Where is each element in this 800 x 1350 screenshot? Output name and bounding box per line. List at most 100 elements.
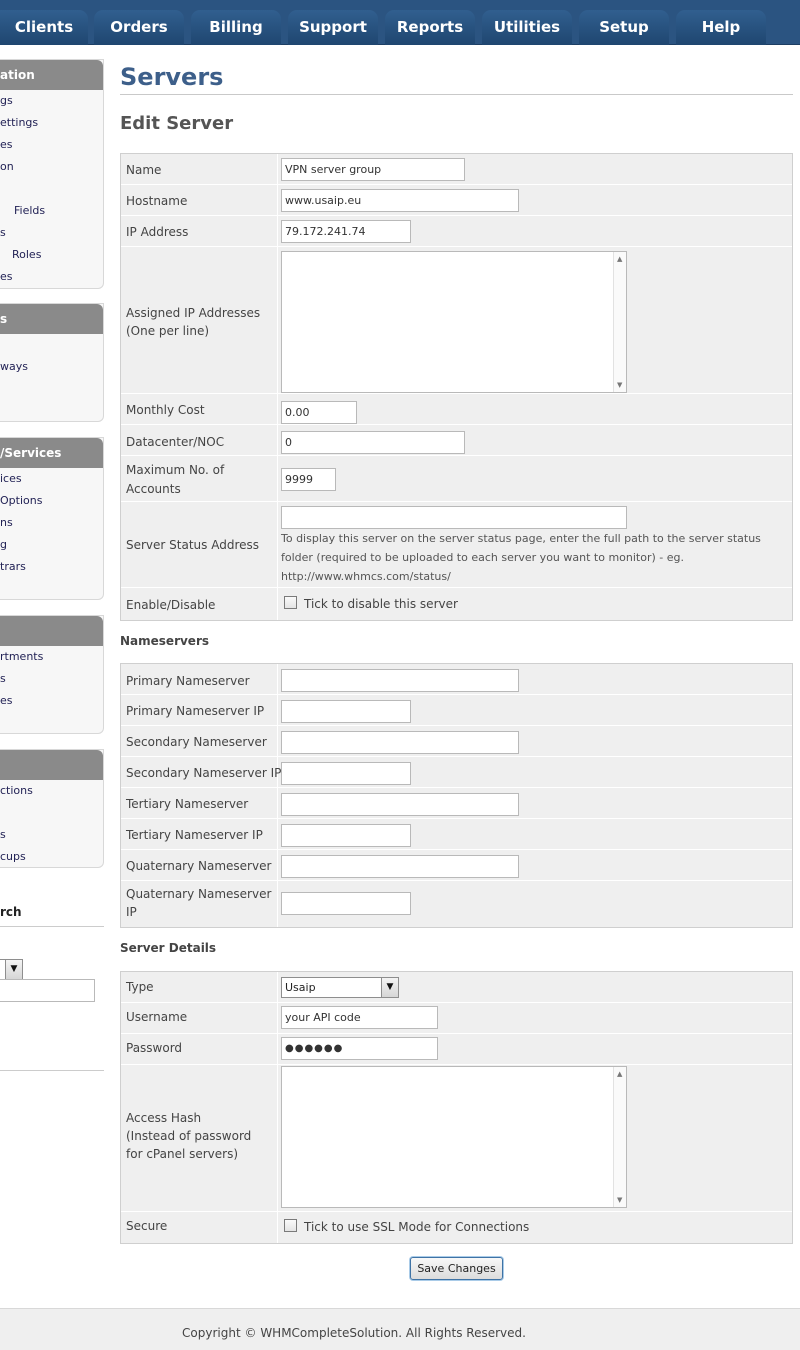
assigned-ips-textarea[interactable]: ▲ ▼ <box>281 251 627 393</box>
type-select-value: Usaip <box>285 981 316 994</box>
form-row-tertiary-ns-ip: Tertiary Nameserver IP <box>121 819 792 850</box>
field-label: Access Hash <box>126 1111 202 1125</box>
sidebar-item[interactable]: es <box>0 266 103 288</box>
sidebar-item[interactable]: es <box>0 690 103 712</box>
secondary-nameserver-field[interactable] <box>281 731 519 754</box>
form-row-tertiary-ns: Tertiary Nameserver <box>121 788 792 819</box>
hostname-field[interactable]: www.usaip.eu <box>281 189 519 212</box>
sidebar-item[interactable]: s <box>0 668 103 690</box>
chevron-down-icon: ▼ <box>381 978 398 997</box>
save-button[interactable]: Save Changes <box>410 1257 503 1280</box>
sidebar-item[interactable]: ways <box>0 356 103 378</box>
field-label: Tertiary Nameserver <box>126 797 249 811</box>
max-accounts-field[interactable]: 9999 <box>281 468 336 491</box>
field-label: Primary Nameserver <box>126 674 250 688</box>
scrollbar[interactable]: ▲ ▼ <box>613 1067 626 1207</box>
sidebar-item[interactable]: Options <box>0 490 103 512</box>
field-label: Username <box>126 1010 188 1024</box>
sidebar-item[interactable]: Fields <box>0 200 103 222</box>
field-label: Primary Nameserver IP <box>126 704 265 718</box>
status-address-field[interactable] <box>281 506 627 529</box>
name-field[interactable]: VPN server group <box>281 158 465 181</box>
footer: Copyright © WHMCompleteSolution. All Rig… <box>0 1308 800 1350</box>
access-hash-textarea[interactable]: ▲ ▼ <box>281 1066 627 1208</box>
sidebar-item[interactable] <box>0 178 103 200</box>
sidebar-item[interactable]: cups <box>0 846 103 867</box>
scrollbar[interactable]: ▲ ▼ <box>613 252 626 392</box>
field-label: (One per line) <box>126 324 210 338</box>
top-navigation: Clients Orders Billing Support Reports U… <box>0 0 800 45</box>
sidebar-box-title <box>0 750 103 780</box>
tab-billing[interactable]: Billing <box>191 10 281 45</box>
tab-help[interactable]: Help <box>676 10 766 45</box>
sidebar-item[interactable] <box>0 334 103 356</box>
tab-support[interactable]: Support <box>288 10 378 45</box>
tab-utilities[interactable]: Utilities <box>482 10 572 45</box>
type-select[interactable]: Usaip ▼ <box>281 977 399 998</box>
sidebar-item[interactable]: on <box>0 156 103 178</box>
field-label: (Instead of password <box>126 1129 252 1143</box>
sidebar-item[interactable]: s <box>0 222 103 244</box>
sidebar-item[interactable]: gs <box>0 90 103 112</box>
tab-reports[interactable]: Reports <box>385 10 475 45</box>
field-label: Tertiary Nameserver IP <box>126 828 263 842</box>
page-subtitle: Edit Server <box>120 113 234 134</box>
sidebar-item[interactable]: trars <box>0 556 103 578</box>
field-label: IP <box>126 905 137 919</box>
sidebar-item[interactable]: ctions <box>0 780 103 802</box>
form-row-status-address: Server Status Address To display this se… <box>121 502 792 588</box>
quaternary-nameserver-ip-field[interactable] <box>281 892 411 915</box>
sidebar-box-other: ctions s cups <box>0 749 104 868</box>
tab-clients[interactable]: Clients <box>0 10 88 45</box>
field-label: Datacenter/NOC <box>126 435 225 449</box>
brand-link[interactable]: WHMCompleteSolution <box>260 1326 398 1340</box>
form-row-datacenter: Datacenter/NOC 0 <box>121 425 792 456</box>
sidebar-item[interactable]: Roles <box>0 244 103 266</box>
sidebar-box-payments: s ways <box>0 303 104 422</box>
sidebar-item[interactable] <box>0 802 103 824</box>
sidebar-item[interactable] <box>0 378 103 400</box>
sidebar-item[interactable]: ices <box>0 468 103 490</box>
ssl-mode-checkbox[interactable] <box>284 1219 297 1232</box>
sidebar-item[interactable]: s <box>0 824 103 846</box>
divider <box>0 926 104 927</box>
password-field[interactable]: ●●●●●● <box>281 1037 438 1060</box>
server-details-table: Type Usaip ▼ Username your API code Pass… <box>120 971 793 1244</box>
sidebar-item[interactable]: g <box>0 534 103 556</box>
tertiary-nameserver-ip-field[interactable] <box>281 824 411 847</box>
field-label: Accounts <box>126 482 181 496</box>
field-label: Maximum No. of <box>126 463 225 477</box>
sidebar-box-title: /Services <box>0 438 103 468</box>
tab-setup[interactable]: Setup <box>579 10 669 45</box>
nameservers-table: Primary Nameserver Primary Nameserver IP… <box>120 663 793 928</box>
sidebar-box-title: s <box>0 304 103 334</box>
form-row-primary-ns-ip: Primary Nameserver IP <box>121 695 792 726</box>
form-row-username: Username your API code <box>121 1003 792 1034</box>
sidebar-search-select[interactable]: ▼ <box>0 959 23 980</box>
datacenter-field[interactable]: 0 <box>281 431 465 454</box>
disable-server-checkbox[interactable] <box>284 596 297 609</box>
form-row-ip-address: IP Address 79.172.241.74 <box>121 216 792 247</box>
monthly-cost-field[interactable]: 0.00 <box>281 401 357 424</box>
form-row-quaternary-ns-ip: Quaternary Nameserver IP <box>121 881 792 927</box>
username-field[interactable]: your API code <box>281 1006 438 1029</box>
primary-nameserver-field[interactable] <box>281 669 519 692</box>
tab-orders[interactable]: Orders <box>94 10 184 45</box>
field-label: Assigned IP Addresses <box>126 306 261 320</box>
field-label: Secure <box>126 1219 168 1233</box>
divider <box>0 1070 104 1071</box>
sidebar-search-input[interactable] <box>0 979 95 1002</box>
help-text: To display this server on the server sta… <box>281 532 761 545</box>
field-label: Hostname <box>126 194 188 208</box>
sidebar-box-title: ation <box>0 60 103 90</box>
tertiary-nameserver-field[interactable] <box>281 793 519 816</box>
form-row-assigned-ips: Assigned IP Addresses (One per line) ▲ ▼ <box>121 247 792 394</box>
sidebar-item[interactable]: ns <box>0 512 103 534</box>
sidebar-item[interactable]: es <box>0 134 103 156</box>
sidebar-item[interactable]: ettings <box>0 112 103 134</box>
quaternary-nameserver-field[interactable] <box>281 855 519 878</box>
secondary-nameserver-ip-field[interactable] <box>281 762 411 785</box>
ip-address-field[interactable]: 79.172.241.74 <box>281 220 411 243</box>
sidebar-item[interactable]: rtments <box>0 646 103 668</box>
primary-nameserver-ip-field[interactable] <box>281 700 411 723</box>
